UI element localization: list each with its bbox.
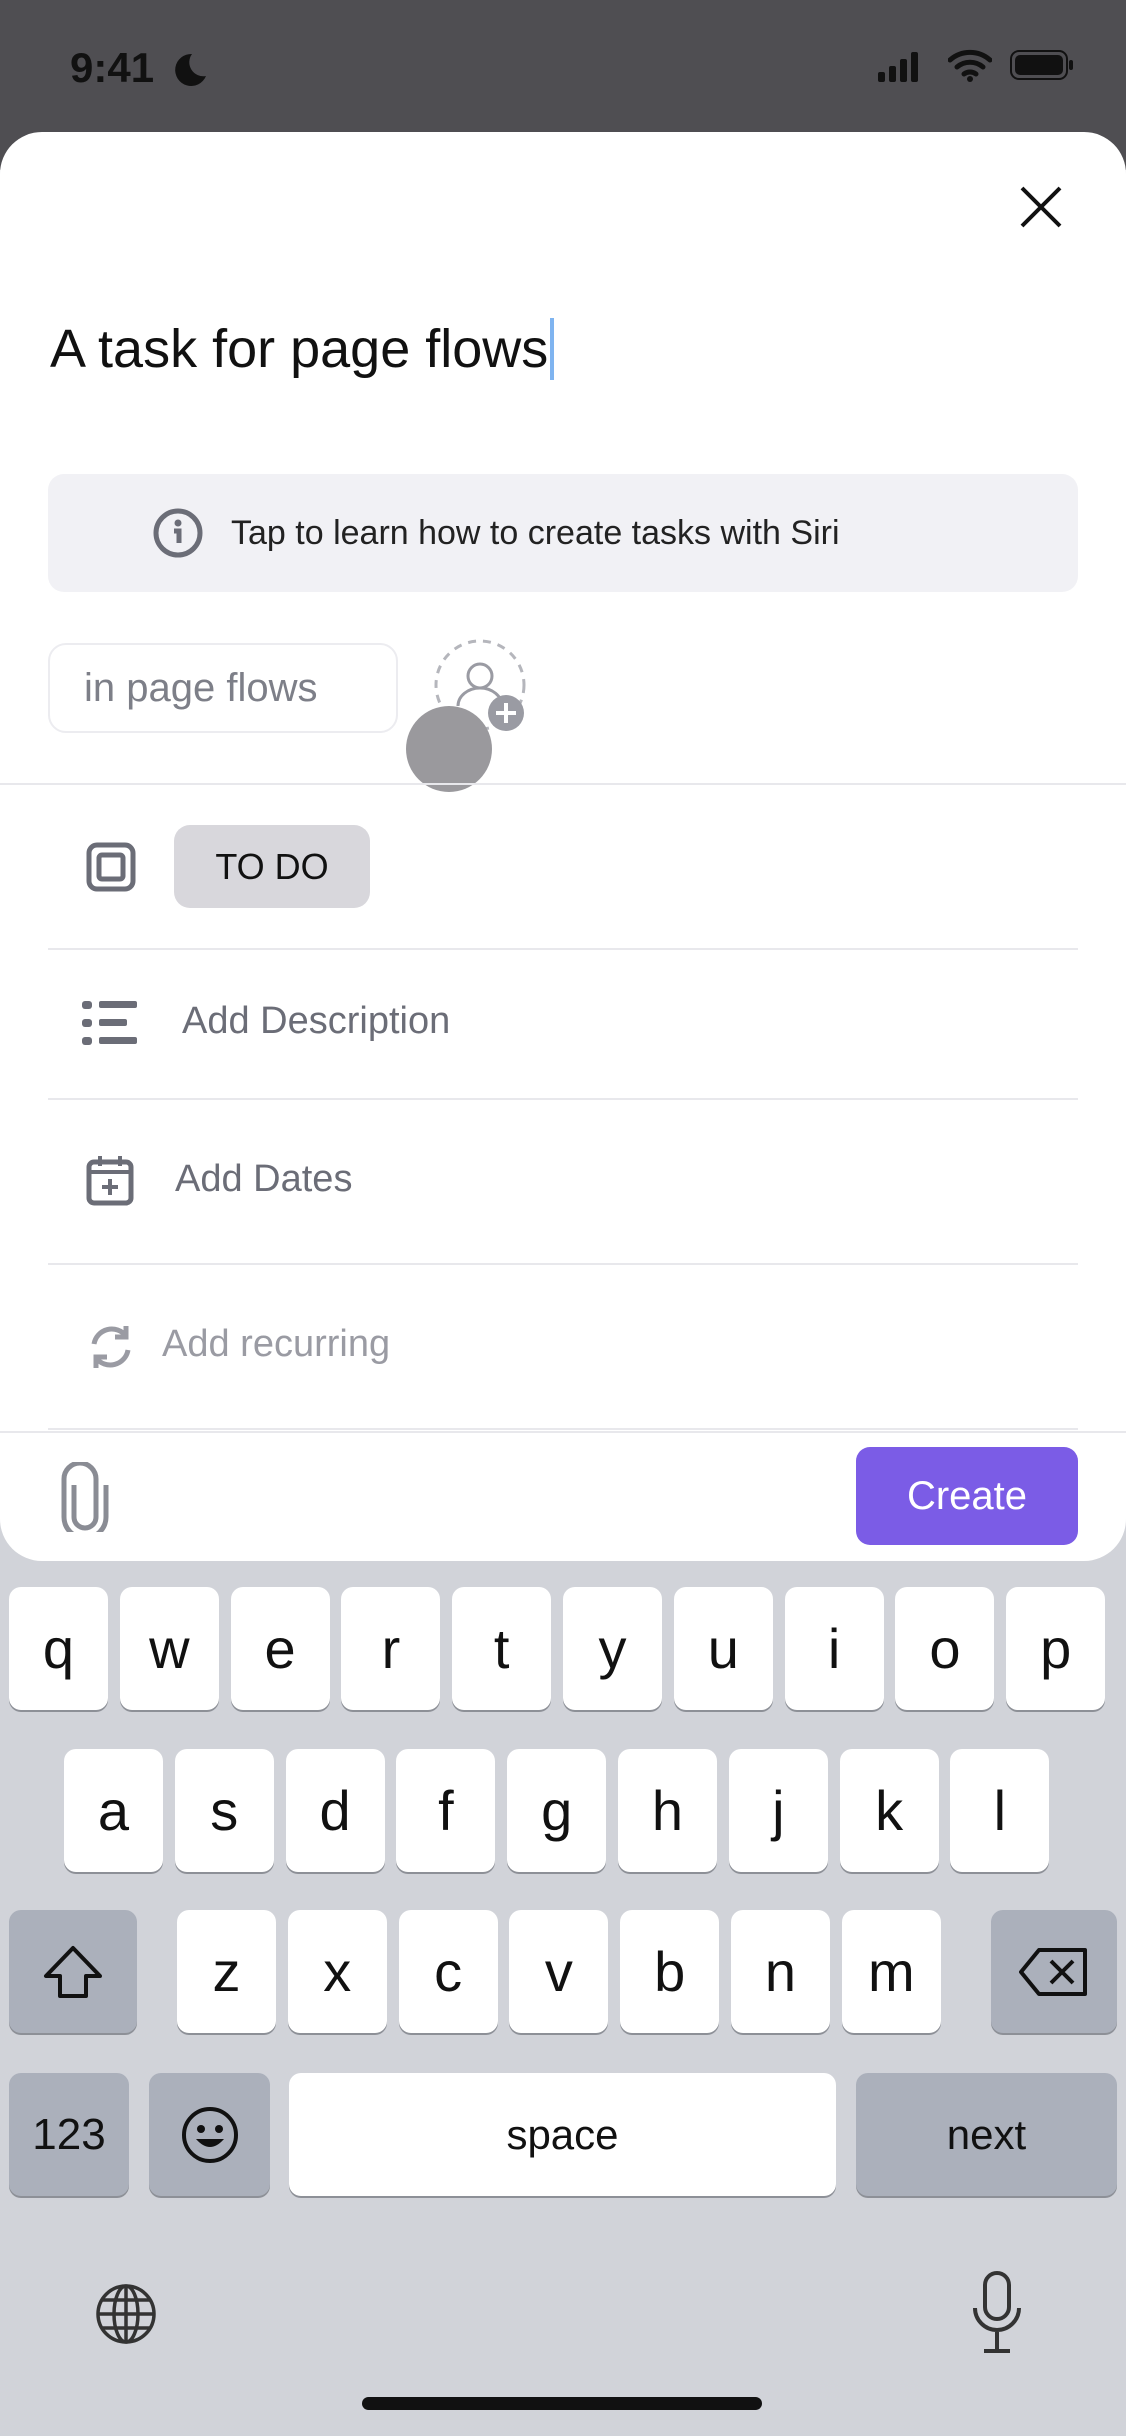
key-z[interactable]: z <box>177 1910 276 2033</box>
key-d[interactable]: d <box>285 1749 385 1872</box>
recurring-icon <box>91 1326 131 1368</box>
key-f[interactable]: f <box>396 1749 496 1872</box>
divider <box>0 783 1126 785</box>
add-recurring-button[interactable]: Add recurring <box>162 1323 390 1366</box>
location-prefix: in <box>84 665 116 710</box>
status-time: 9:41 <box>70 44 155 91</box>
close-icon[interactable] <box>1018 184 1064 230</box>
delete-key[interactable] <box>991 1910 1117 2033</box>
key-s[interactable]: s <box>174 1749 274 1872</box>
home-indicator <box>362 2397 762 2410</box>
calendar-add-icon <box>86 1156 134 1206</box>
task-title-text: A task for page flows <box>50 319 549 379</box>
key-p[interactable]: p <box>1006 1587 1106 1710</box>
wifi-icon <box>948 49 992 82</box>
divider <box>0 1431 1126 1433</box>
microphone-icon[interactable] <box>970 2270 1024 2356</box>
divider <box>48 1428 1078 1430</box>
key-a[interactable]: a <box>64 1749 163 1872</box>
key-g[interactable]: g <box>507 1749 607 1872</box>
key-x[interactable]: x <box>287 1910 387 2033</box>
emoji-icon <box>181 2106 238 2163</box>
key-b[interactable]: b <box>620 1910 720 2033</box>
create-button[interactable]: Create <box>856 1447 1078 1545</box>
add-dates-button[interactable]: Add Dates <box>175 1158 352 1201</box>
key-e[interactable]: e <box>230 1587 330 1710</box>
shift-key[interactable] <box>9 1910 137 2033</box>
next-key[interactable]: next <box>856 2073 1117 2196</box>
battery-icon <box>1010 50 1073 80</box>
key-y[interactable]: y <box>563 1587 662 1710</box>
divider <box>48 1098 1078 1100</box>
shift-icon <box>44 1945 102 1998</box>
space-key[interactable]: space <box>289 2073 836 2196</box>
key-n[interactable]: n <box>731 1910 830 2033</box>
status-icon <box>86 842 136 892</box>
emoji-key[interactable] <box>149 2073 270 2196</box>
numbers-key[interactable]: 123 <box>9 2073 129 2196</box>
location-chip[interactable]: in page flows <box>48 643 398 733</box>
add-description-field[interactable]: Add Description <box>182 1000 450 1043</box>
key-m[interactable]: m <box>841 1910 941 2033</box>
siri-banner[interactable]: Tap to learn how to create tasks with Si… <box>48 474 1078 592</box>
task-title-input[interactable]: A task for page flows <box>50 318 555 380</box>
signal-icon <box>878 52 918 82</box>
key-k[interactable]: k <box>839 1749 939 1872</box>
key-v[interactable]: v <box>509 1910 609 2033</box>
key-o[interactable]: o <box>895 1587 995 1710</box>
key-l[interactable]: l <box>950 1749 1050 1872</box>
key-r[interactable]: r <box>341 1587 441 1710</box>
moon-icon <box>175 53 206 86</box>
globe-icon[interactable] <box>94 2282 158 2346</box>
location-name: page flows <box>126 665 318 710</box>
key-t[interactable]: t <box>452 1587 552 1710</box>
key-i[interactable]: i <box>784 1587 884 1710</box>
divider <box>48 1263 1078 1265</box>
key-j[interactable]: j <box>728 1749 828 1872</box>
key-h[interactable]: h <box>618 1749 717 1872</box>
key-q[interactable]: q <box>9 1587 108 1710</box>
backspace-icon <box>1019 1947 1087 1996</box>
status-pill[interactable]: TO DO <box>174 825 370 908</box>
siri-banner-text: Tap to learn how to create tasks with Si… <box>231 513 840 552</box>
description-icon <box>82 1001 137 1045</box>
info-icon <box>153 508 203 558</box>
attachment-icon[interactable] <box>58 1462 112 1532</box>
key-u[interactable]: u <box>673 1587 773 1710</box>
touch-indicator <box>406 706 492 792</box>
divider <box>48 948 1078 950</box>
key-c[interactable]: c <box>398 1910 498 2033</box>
key-w[interactable]: w <box>119 1587 219 1710</box>
text-cursor <box>550 318 555 380</box>
